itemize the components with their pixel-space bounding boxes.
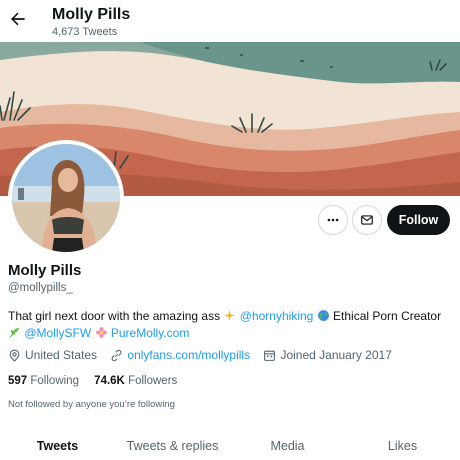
tab-tweets[interactable]: Tweets [0, 428, 115, 460]
tab-likes[interactable]: Likes [345, 428, 460, 460]
not-followed-note: Not followed by anyone you’re following [8, 399, 175, 410]
following-count: 597 [8, 375, 28, 387]
location-pin-icon [9, 349, 20, 362]
more-button[interactable] [318, 205, 348, 235]
calendar-icon [264, 350, 276, 361]
bio-text: That girl next door with the amazing ass [8, 309, 224, 323]
tweet-count: 4,673 Tweets [52, 26, 118, 38]
followers-count: 74.6K [94, 375, 125, 387]
profile-handle: @mollypills_ [8, 282, 73, 294]
link-icon [111, 349, 122, 361]
profile-tabs: Tweets Tweets & replies Media Likes [0, 428, 460, 460]
message-button[interactable] [352, 205, 382, 235]
avatar-photo [12, 144, 120, 252]
joined-text: Joined January 2017 [280, 348, 392, 362]
profile-bio: That girl next door with the amazing ass… [8, 308, 453, 342]
tab-tweets-replies[interactable]: Tweets & replies [115, 428, 230, 460]
profile-name: Molly Pills [8, 262, 82, 279]
more-dots-icon [327, 218, 339, 222]
bio-text: Ethical Porn Creator [333, 309, 442, 323]
sparkles-icon [224, 310, 236, 321]
flower-icon [95, 327, 107, 338]
page-title: Molly Pills [52, 6, 131, 23]
following-label: Following [30, 375, 79, 387]
joined-date: Joined January 2017 [263, 348, 392, 362]
profile-meta: United States onlyfans.com/mollypills Jo… [8, 348, 402, 365]
mention-link[interactable]: @MollySFW [24, 326, 91, 340]
arrow-left-icon[interactable] [8, 9, 28, 29]
follow-stats: 597 Following 74.6K Followers [8, 375, 189, 387]
avatar[interactable] [8, 140, 124, 256]
followers-label: Followers [128, 375, 178, 387]
herb-icon [9, 327, 20, 338]
website[interactable]: onlyfans.com/mollypills [110, 348, 250, 362]
location-text: United States [25, 348, 98, 362]
followers-link[interactable]: 74.6K Followers [94, 375, 177, 387]
bio-website-link[interactable]: PureMolly.com [111, 326, 189, 340]
follow-button[interactable]: Follow [387, 205, 450, 235]
location: United States [8, 348, 97, 362]
mention-link[interactable]: @hornyhiking [240, 309, 314, 323]
envelope-icon [361, 215, 373, 225]
website-link[interactable]: onlyfans.com/mollypills [127, 348, 250, 362]
following-link[interactable]: 597 Following [8, 375, 79, 387]
tab-media[interactable]: Media [230, 428, 345, 460]
top-bar: Molly Pills 4,673 Tweets [0, 0, 460, 42]
globe-icon [317, 310, 329, 321]
